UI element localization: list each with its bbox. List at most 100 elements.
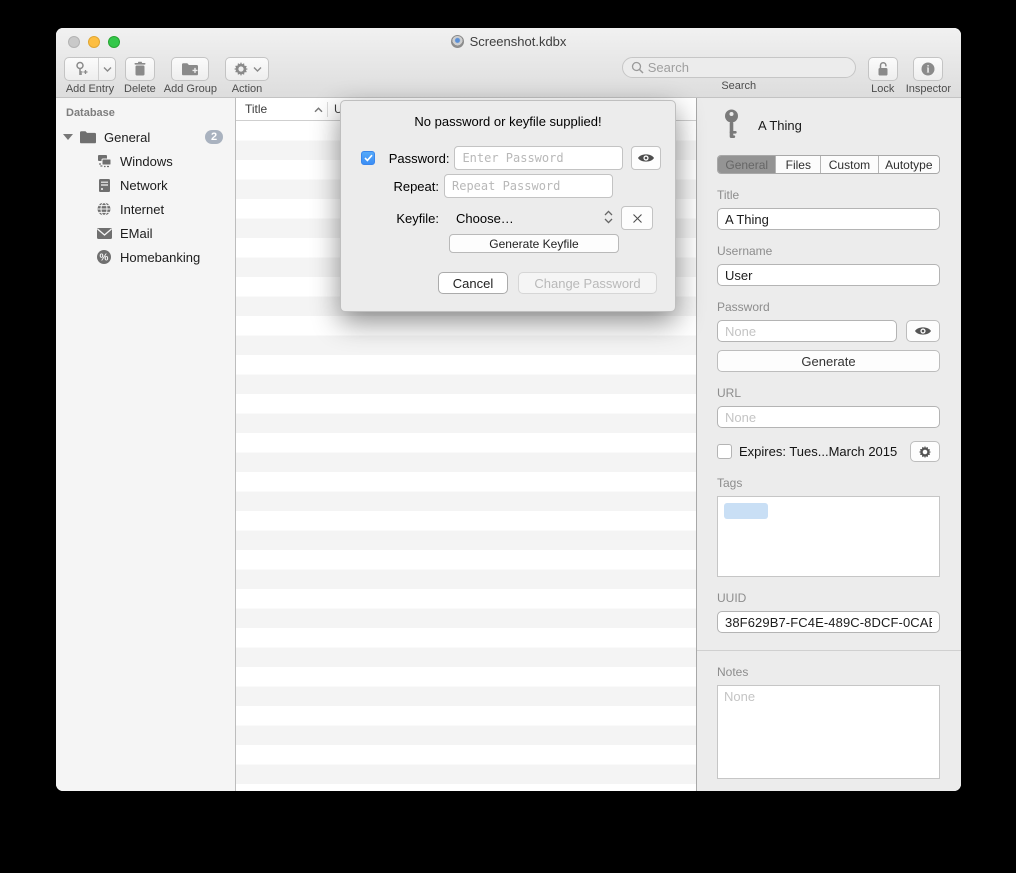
generate-password-button[interactable]: Generate <box>717 350 940 372</box>
tag-token[interactable] <box>724 503 768 519</box>
app-window: Screenshot.kdbx Add Entry <box>56 28 961 791</box>
keyfile-popup-value: Choose… <box>456 211 514 226</box>
lock-open-icon[interactable] <box>868 57 898 81</box>
action-label: Action <box>232 83 263 95</box>
password-checkbox[interactable] <box>361 151 375 165</box>
expires-checkbox[interactable] <box>717 444 732 459</box>
sidebar-item-network[interactable]: Network <box>56 173 235 197</box>
disclosure-triangle-icon[interactable] <box>63 134 73 140</box>
folder-icon <box>79 128 97 146</box>
inspector-button[interactable]: i Inspector <box>906 57 951 95</box>
sidebar-item-label: Internet <box>120 202 164 217</box>
inspector-panel: A Thing General Files Custom Autotype Ti… <box>696 98 961 791</box>
tab-files[interactable]: Files <box>776 156 821 173</box>
tags-box[interactable] <box>717 496 940 577</box>
sidebar-item-label: Windows <box>120 154 173 169</box>
keyfile-row-label: Keyfile: <box>341 211 444 226</box>
add-entry-button[interactable]: Add Entry <box>64 57 116 95</box>
delete-button[interactable]: Delete <box>124 57 156 95</box>
reveal-password-button[interactable] <box>906 320 940 342</box>
username-field[interactable] <box>717 264 940 286</box>
globe-icon <box>95 200 113 218</box>
reveal-password-button[interactable] <box>631 146 661 170</box>
popup-stepper-icon <box>604 210 613 227</box>
title-field[interactable] <box>717 208 940 230</box>
key-icon <box>722 109 741 142</box>
notes-label: Notes <box>717 665 940 679</box>
search-input[interactable] <box>648 60 847 75</box>
expires-settings-button[interactable] <box>910 441 940 462</box>
password-field[interactable] <box>717 320 897 342</box>
sidebar-item-general[interactable]: General 2 <box>56 125 235 149</box>
window-chrome: Screenshot.kdbx Add Entry <box>56 28 961 98</box>
lock-button[interactable]: Lock <box>868 57 898 95</box>
gear-icon <box>918 445 932 459</box>
sidebar-item-label: Network <box>120 178 168 193</box>
close-x-icon <box>632 213 643 224</box>
uuid-field[interactable] <box>717 611 940 633</box>
tab-custom[interactable]: Custom <box>821 156 878 173</box>
repeat-password-input[interactable] <box>444 174 613 198</box>
document-icon <box>451 35 464 48</box>
change-password-button[interactable]: Change Password <box>518 272 657 294</box>
sidebar-item-email[interactable]: EMail <box>56 221 235 245</box>
uuid-label: UUID <box>717 591 940 605</box>
toolbar: Add Entry Delete Add Group <box>56 55 961 97</box>
lock-label: Lock <box>871 83 894 95</box>
sidebar-item-internet[interactable]: Internet <box>56 197 235 221</box>
sidebar-item-windows[interactable]: Windows <box>56 149 235 173</box>
eye-icon <box>914 325 932 337</box>
network-computers-icon <box>95 152 113 170</box>
folder-plus-icon[interactable] <box>171 57 209 81</box>
trash-icon[interactable] <box>125 57 155 81</box>
repeat-row-label: Repeat: <box>341 179 444 194</box>
sidebar-item-homebanking[interactable]: % Homebanking <box>56 245 235 269</box>
svg-text:%: % <box>100 253 109 264</box>
sidebar-item-label: General <box>104 130 150 145</box>
add-group-label: Add Group <box>164 83 217 95</box>
password-label: Password <box>717 300 940 314</box>
url-field[interactable] <box>717 406 940 428</box>
username-label: Username <box>717 244 940 258</box>
notes-field[interactable]: None <box>717 685 940 779</box>
entry-title: A Thing <box>758 118 802 133</box>
checkmark-icon <box>364 154 373 162</box>
window-title: Screenshot.kdbx <box>470 34 567 49</box>
search-label: Search <box>721 80 756 92</box>
gear-icon[interactable] <box>225 57 269 81</box>
enter-password-input[interactable] <box>454 146 623 170</box>
info-icon[interactable]: i <box>913 57 943 81</box>
clear-keyfile-button[interactable] <box>621 206 653 230</box>
inspector-tabs: General Files Custom Autotype <box>717 155 940 174</box>
expires-label: Expires: Tues...March 2015 <box>739 444 903 459</box>
key-plus-icon[interactable] <box>65 58 98 80</box>
tags-label: Tags <box>717 476 940 490</box>
delete-label: Delete <box>124 83 156 95</box>
sidebar-item-label: Homebanking <box>120 250 200 265</box>
chevron-down-icon <box>253 66 262 72</box>
svg-text:i: i <box>927 65 930 76</box>
sidebar-section-header: Database <box>56 107 235 125</box>
dialog-message: No password or keyfile supplied! <box>341 114 675 129</box>
search-control: Search <box>622 57 856 92</box>
title-label: Title <box>717 188 940 202</box>
search-icon <box>631 61 644 74</box>
search-field[interactable] <box>622 57 856 78</box>
tab-autotype[interactable]: Autotype <box>879 156 939 173</box>
sidebar-item-label: EMail <box>120 226 153 241</box>
sort-ascending-icon <box>314 102 323 116</box>
change-password-dialog: No password or keyfile supplied! Passwor… <box>340 100 676 312</box>
sidebar: Database General 2 Windows Network <box>56 98 236 791</box>
section-divider <box>697 650 961 651</box>
tab-general[interactable]: General <box>718 156 776 173</box>
add-group-button[interactable]: Add Group <box>164 57 217 95</box>
titlebar[interactable]: Screenshot.kdbx <box>56 28 961 55</box>
keyfile-popup[interactable]: Choose… <box>444 210 613 227</box>
url-label: URL <box>717 386 940 400</box>
cancel-button[interactable]: Cancel <box>438 272 508 294</box>
add-entry-dropdown-arrow-icon[interactable] <box>98 58 115 80</box>
generate-keyfile-button[interactable]: Generate Keyfile <box>449 234 619 253</box>
action-button[interactable]: Action <box>225 57 269 95</box>
column-header-title[interactable]: Title <box>236 102 327 116</box>
password-row-label: Password: <box>375 151 454 166</box>
